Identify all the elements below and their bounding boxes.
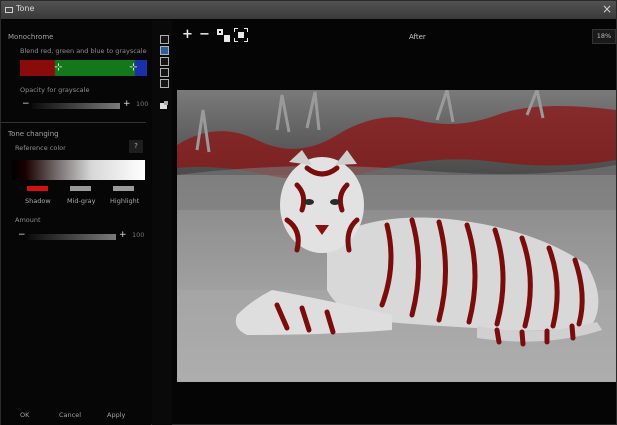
actual-size-icon[interactable] [217, 29, 231, 42]
settings-panel: Monochrome Blend red, green and blue to … [1, 20, 151, 425]
opacity-decrease-button[interactable]: − [22, 100, 30, 109]
monochrome-title: Monochrome [8, 33, 54, 41]
section-divider [1, 122, 146, 123]
red-green-handle[interactable]: ⊹ [54, 63, 63, 73]
amount-decrease-button[interactable]: − [18, 231, 26, 240]
view-before-icon[interactable] [160, 35, 169, 44]
blend-label: Blend red, green and blue to grayscale [20, 47, 147, 55]
close-button[interactable]: × [602, 2, 612, 16]
reference-color-gradient[interactable] [12, 160, 145, 180]
apply-button[interactable]: Apply [107, 411, 125, 419]
shadow-swatch[interactable] [27, 186, 48, 191]
amount-slider[interactable]: − + 100 [18, 230, 148, 241]
view-compare-icon[interactable] [160, 79, 169, 88]
amount-track[interactable] [28, 234, 116, 240]
opacity-track[interactable] [32, 103, 120, 109]
preview-toolbar: + − After 18% [173, 20, 616, 54]
zoom-in-button[interactable]: + [182, 27, 193, 42]
midgray-label: Mid-gray [67, 197, 96, 205]
opacity-label: Opacity for grayscale [20, 86, 90, 94]
rgb-blend-bar[interactable]: ⊹ ⊹ [20, 60, 147, 76]
amount-increase-button[interactable]: + [119, 230, 127, 240]
preview-image[interactable] [177, 90, 616, 382]
midgray-swatch[interactable] [70, 186, 91, 191]
tone-changing-title: Tone changing [8, 130, 59, 138]
amount-value: 100 [132, 231, 145, 239]
ok-button[interactable]: OK [20, 411, 29, 419]
window-title: Tone [16, 4, 35, 13]
highlight-label: Highlight [110, 197, 140, 205]
highlight-swatch[interactable] [113, 186, 134, 191]
preset-icon[interactable] [159, 101, 169, 111]
opacity-value: 100 [136, 100, 149, 108]
view-label: After [409, 33, 426, 41]
view-split-vertical-icon[interactable] [160, 57, 169, 66]
opacity-slider[interactable]: − + 100 [22, 99, 152, 110]
tone-dialog: Tone × Monochrome Blend red, green and b… [0, 0, 617, 425]
zoom-level[interactable]: 18% [592, 29, 616, 44]
zoom-out-button[interactable]: − [199, 27, 210, 42]
amount-label: Amount [15, 216, 41, 224]
help-button[interactable]: ? [129, 140, 143, 153]
fit-screen-icon[interactable] [234, 28, 248, 42]
opacity-increase-button[interactable]: + [123, 99, 131, 109]
view-after-icon[interactable] [160, 46, 169, 55]
title-bar: Tone × [1, 1, 616, 19]
cancel-button[interactable]: Cancel [59, 411, 81, 419]
green-blue-handle[interactable]: ⊹ [129, 63, 138, 73]
view-mode-strip [152, 20, 172, 425]
tiger-photo [177, 90, 616, 382]
shadow-label: Shadow [25, 197, 51, 205]
reference-color-label: Reference color [15, 144, 66, 152]
window-icon [5, 7, 13, 13]
view-split-horizontal-icon[interactable] [160, 68, 169, 77]
